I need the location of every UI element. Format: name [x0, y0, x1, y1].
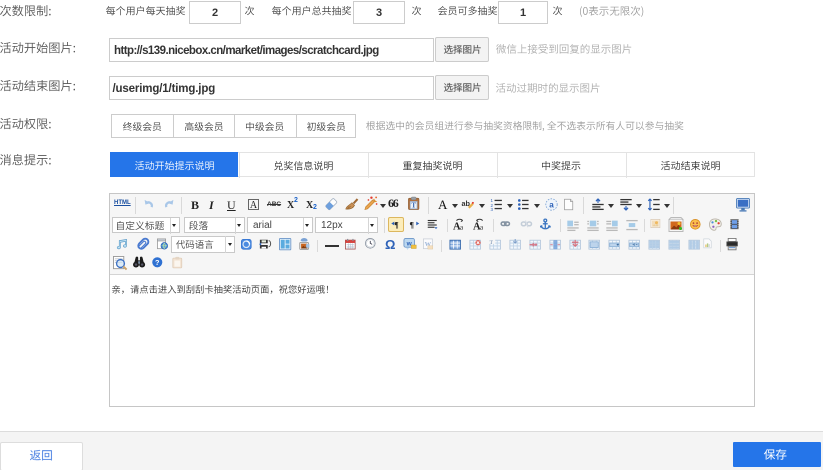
- svg-text:?: ?: [155, 258, 160, 267]
- svg-text:T: T: [490, 239, 494, 245]
- svg-text:3: 3: [491, 207, 494, 211]
- svg-text:a: a: [480, 223, 484, 231]
- svg-text:¶: ¶: [394, 220, 399, 229]
- svg-text:a: a: [549, 200, 554, 209]
- svg-text:T: T: [411, 203, 416, 210]
- svg-text:¶: ¶: [410, 220, 415, 229]
- svg-text:a: a: [460, 223, 464, 231]
